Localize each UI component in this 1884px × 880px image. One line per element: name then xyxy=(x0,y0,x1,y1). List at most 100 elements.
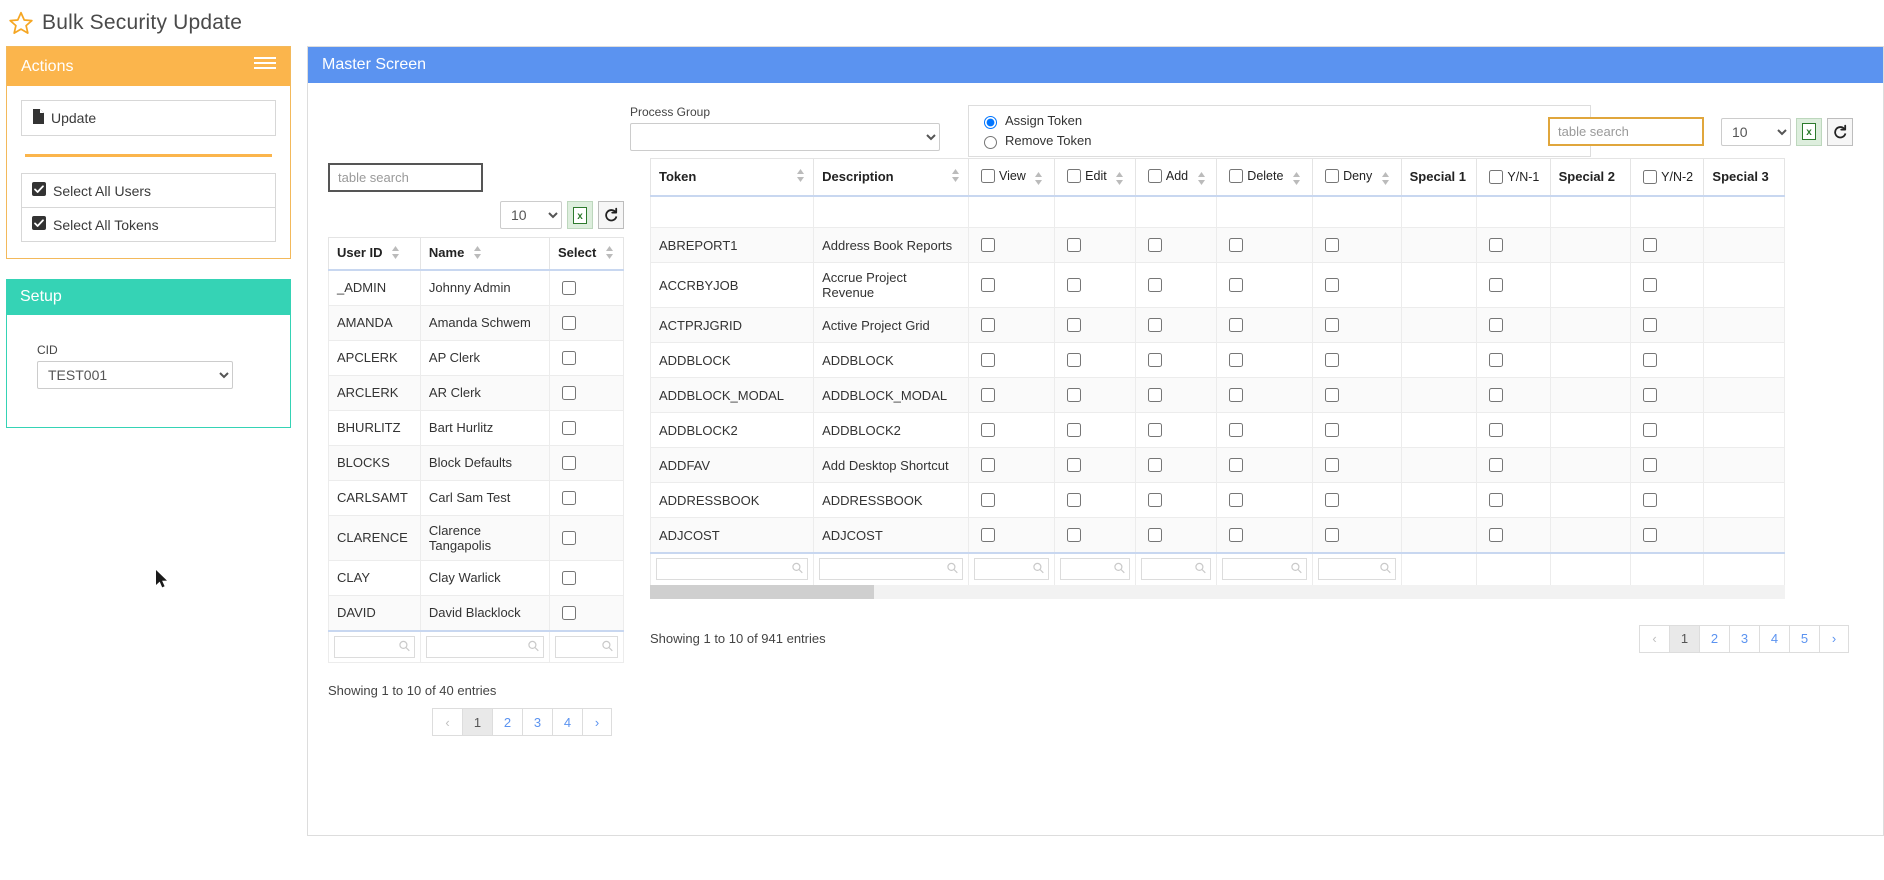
token-yn2-checkbox[interactable] xyxy=(1643,388,1658,403)
tokens-page-length-select[interactable]: 10 xyxy=(1721,117,1791,146)
token-yn2-checkbox[interactable] xyxy=(1643,528,1658,543)
user-select-cell[interactable] xyxy=(549,444,624,481)
token-delete-cell[interactable] xyxy=(1216,517,1314,554)
users-page-1[interactable]: 1 xyxy=(462,708,492,737)
tokens-col-edit[interactable]: Edit xyxy=(1054,157,1136,197)
tokens-col-token[interactable]: Token xyxy=(649,157,815,197)
token-edit-checkbox[interactable] xyxy=(1067,318,1082,333)
token-add-checkbox[interactable] xyxy=(1147,458,1162,473)
token-yn1-checkbox[interactable] xyxy=(1489,318,1504,333)
token-view-checkbox[interactable] xyxy=(980,493,995,508)
user-select-checkbox[interactable] xyxy=(562,315,577,330)
token-delete-checkbox[interactable] xyxy=(1229,423,1244,438)
token-view-cell[interactable] xyxy=(967,262,1056,309)
token-delete-checkbox[interactable] xyxy=(1229,493,1244,508)
token-yn1-cell[interactable] xyxy=(1476,342,1551,379)
token-yn2-cell[interactable] xyxy=(1630,307,1705,344)
tokens-filter-delete-cell[interactable] xyxy=(1216,552,1314,586)
token-add-cell[interactable] xyxy=(1134,342,1218,379)
user-select-checkbox[interactable] xyxy=(562,455,577,470)
users-page-3[interactable]: 3 xyxy=(522,708,552,737)
yn-1-header-checkbox[interactable] xyxy=(1489,169,1504,184)
tokens-page-1[interactable]: 1 xyxy=(1669,624,1699,653)
token-view-cell[interactable] xyxy=(967,307,1056,344)
tokens-filter-add-cell[interactable] xyxy=(1134,552,1218,586)
token-deny-checkbox[interactable] xyxy=(1325,388,1340,403)
table-row[interactable]: CARLSAMT Carl Sam Test xyxy=(328,479,624,516)
token-deny-cell[interactable] xyxy=(1312,342,1402,379)
token-edit-cell[interactable] xyxy=(1054,517,1136,554)
tokens-horizontal-scrollbar[interactable] xyxy=(650,584,1785,599)
token-view-checkbox[interactable] xyxy=(980,353,995,368)
tokens-col-add[interactable]: Add xyxy=(1134,157,1218,197)
token-edit-cell[interactable] xyxy=(1054,342,1136,379)
user-select-checkbox[interactable] xyxy=(562,530,577,545)
edit-header-checkbox[interactable] xyxy=(1067,169,1082,183)
token-yn2-checkbox[interactable] xyxy=(1643,238,1658,253)
tokens-page-4[interactable]: 4 xyxy=(1759,624,1789,653)
token-deny-checkbox[interactable] xyxy=(1325,528,1340,543)
token-yn2-cell[interactable] xyxy=(1630,412,1705,449)
token-view-checkbox[interactable] xyxy=(980,318,995,333)
user-select-cell[interactable] xyxy=(549,374,624,411)
token-add-checkbox[interactable] xyxy=(1147,388,1162,403)
user-select-checkbox[interactable] xyxy=(562,605,577,620)
token-view-checkbox[interactable] xyxy=(980,238,995,253)
tokens-page-3[interactable]: 3 xyxy=(1729,624,1759,653)
token-yn2-cell[interactable] xyxy=(1630,517,1705,554)
users-filter-name-input[interactable] xyxy=(425,635,545,658)
tokens-scrollbar-thumb[interactable] xyxy=(650,584,874,599)
token-edit-checkbox[interactable] xyxy=(1067,493,1082,508)
table-row[interactable]: APCLERK AP Clerk xyxy=(328,339,624,376)
token-add-cell[interactable] xyxy=(1134,377,1218,414)
token-yn2-checkbox[interactable] xyxy=(1643,353,1658,368)
token-deny-cell[interactable] xyxy=(1312,262,1402,309)
token-deny-cell[interactable] xyxy=(1312,377,1402,414)
user-select-checkbox[interactable] xyxy=(562,420,577,435)
tokens-filter-description-input[interactable] xyxy=(819,558,963,581)
token-yn1-cell[interactable] xyxy=(1476,412,1551,449)
token-add-checkbox[interactable] xyxy=(1147,318,1162,333)
tokens-col-yn-2[interactable]: Y/N-2 xyxy=(1630,157,1705,197)
token-deny-checkbox[interactable] xyxy=(1325,493,1340,508)
token-delete-checkbox[interactable] xyxy=(1229,353,1244,368)
token-delete-cell[interactable] xyxy=(1216,482,1314,519)
reset-icon[interactable] xyxy=(598,201,624,229)
token-delete-cell[interactable] xyxy=(1216,262,1314,309)
token-yn2-cell[interactable] xyxy=(1630,377,1705,414)
tokens-col-special-1[interactable]: Special 1 xyxy=(1400,157,1478,197)
token-add-cell[interactable] xyxy=(1134,447,1218,484)
token-yn1-checkbox[interactable] xyxy=(1489,353,1504,368)
token-delete-cell[interactable] xyxy=(1216,447,1314,484)
token-deny-cell[interactable] xyxy=(1312,307,1402,344)
users-col-name[interactable]: Name xyxy=(419,236,551,271)
token-edit-checkbox[interactable] xyxy=(1067,278,1082,293)
token-yn1-cell[interactable] xyxy=(1476,447,1551,484)
token-add-cell[interactable] xyxy=(1134,412,1218,449)
token-view-checkbox[interactable] xyxy=(980,278,995,293)
token-delete-checkbox[interactable] xyxy=(1229,278,1244,293)
token-delete-checkbox[interactable] xyxy=(1229,318,1244,333)
excel-export-icon[interactable]: x xyxy=(567,201,593,229)
token-yn1-cell[interactable] xyxy=(1476,377,1551,414)
token-yn1-checkbox[interactable] xyxy=(1489,458,1504,473)
reset-icon[interactable] xyxy=(1827,117,1853,146)
table-row[interactable]: ADDBLOCK2 ADDBLOCK2 xyxy=(649,412,1785,449)
select-all-users-button[interactable]: Select All Users xyxy=(21,173,276,208)
users-page-length-select[interactable]: 10 xyxy=(500,201,562,229)
token-yn2-cell[interactable] xyxy=(1630,482,1705,519)
token-add-cell[interactable] xyxy=(1134,307,1218,344)
excel-export-icon[interactable]: x xyxy=(1796,117,1822,146)
tokens-col-special-3[interactable]: Special 3 xyxy=(1703,157,1785,197)
users-col-user-id[interactable]: User ID xyxy=(328,236,421,271)
users-filter-user-id-cell[interactable] xyxy=(328,630,421,664)
table-row[interactable]: CLAY Clay Warlick xyxy=(328,559,624,596)
token-add-checkbox[interactable] xyxy=(1147,238,1162,253)
tokens-col-special-2[interactable]: Special 2 xyxy=(1549,157,1632,197)
user-select-checkbox[interactable] xyxy=(562,350,577,365)
token-yn2-cell[interactable] xyxy=(1630,227,1705,264)
token-edit-checkbox[interactable] xyxy=(1067,353,1082,368)
token-yn1-checkbox[interactable] xyxy=(1489,528,1504,543)
token-edit-cell[interactable] xyxy=(1054,482,1136,519)
table-row[interactable]: ADDFAV Add Desktop Shortcut xyxy=(649,447,1785,484)
